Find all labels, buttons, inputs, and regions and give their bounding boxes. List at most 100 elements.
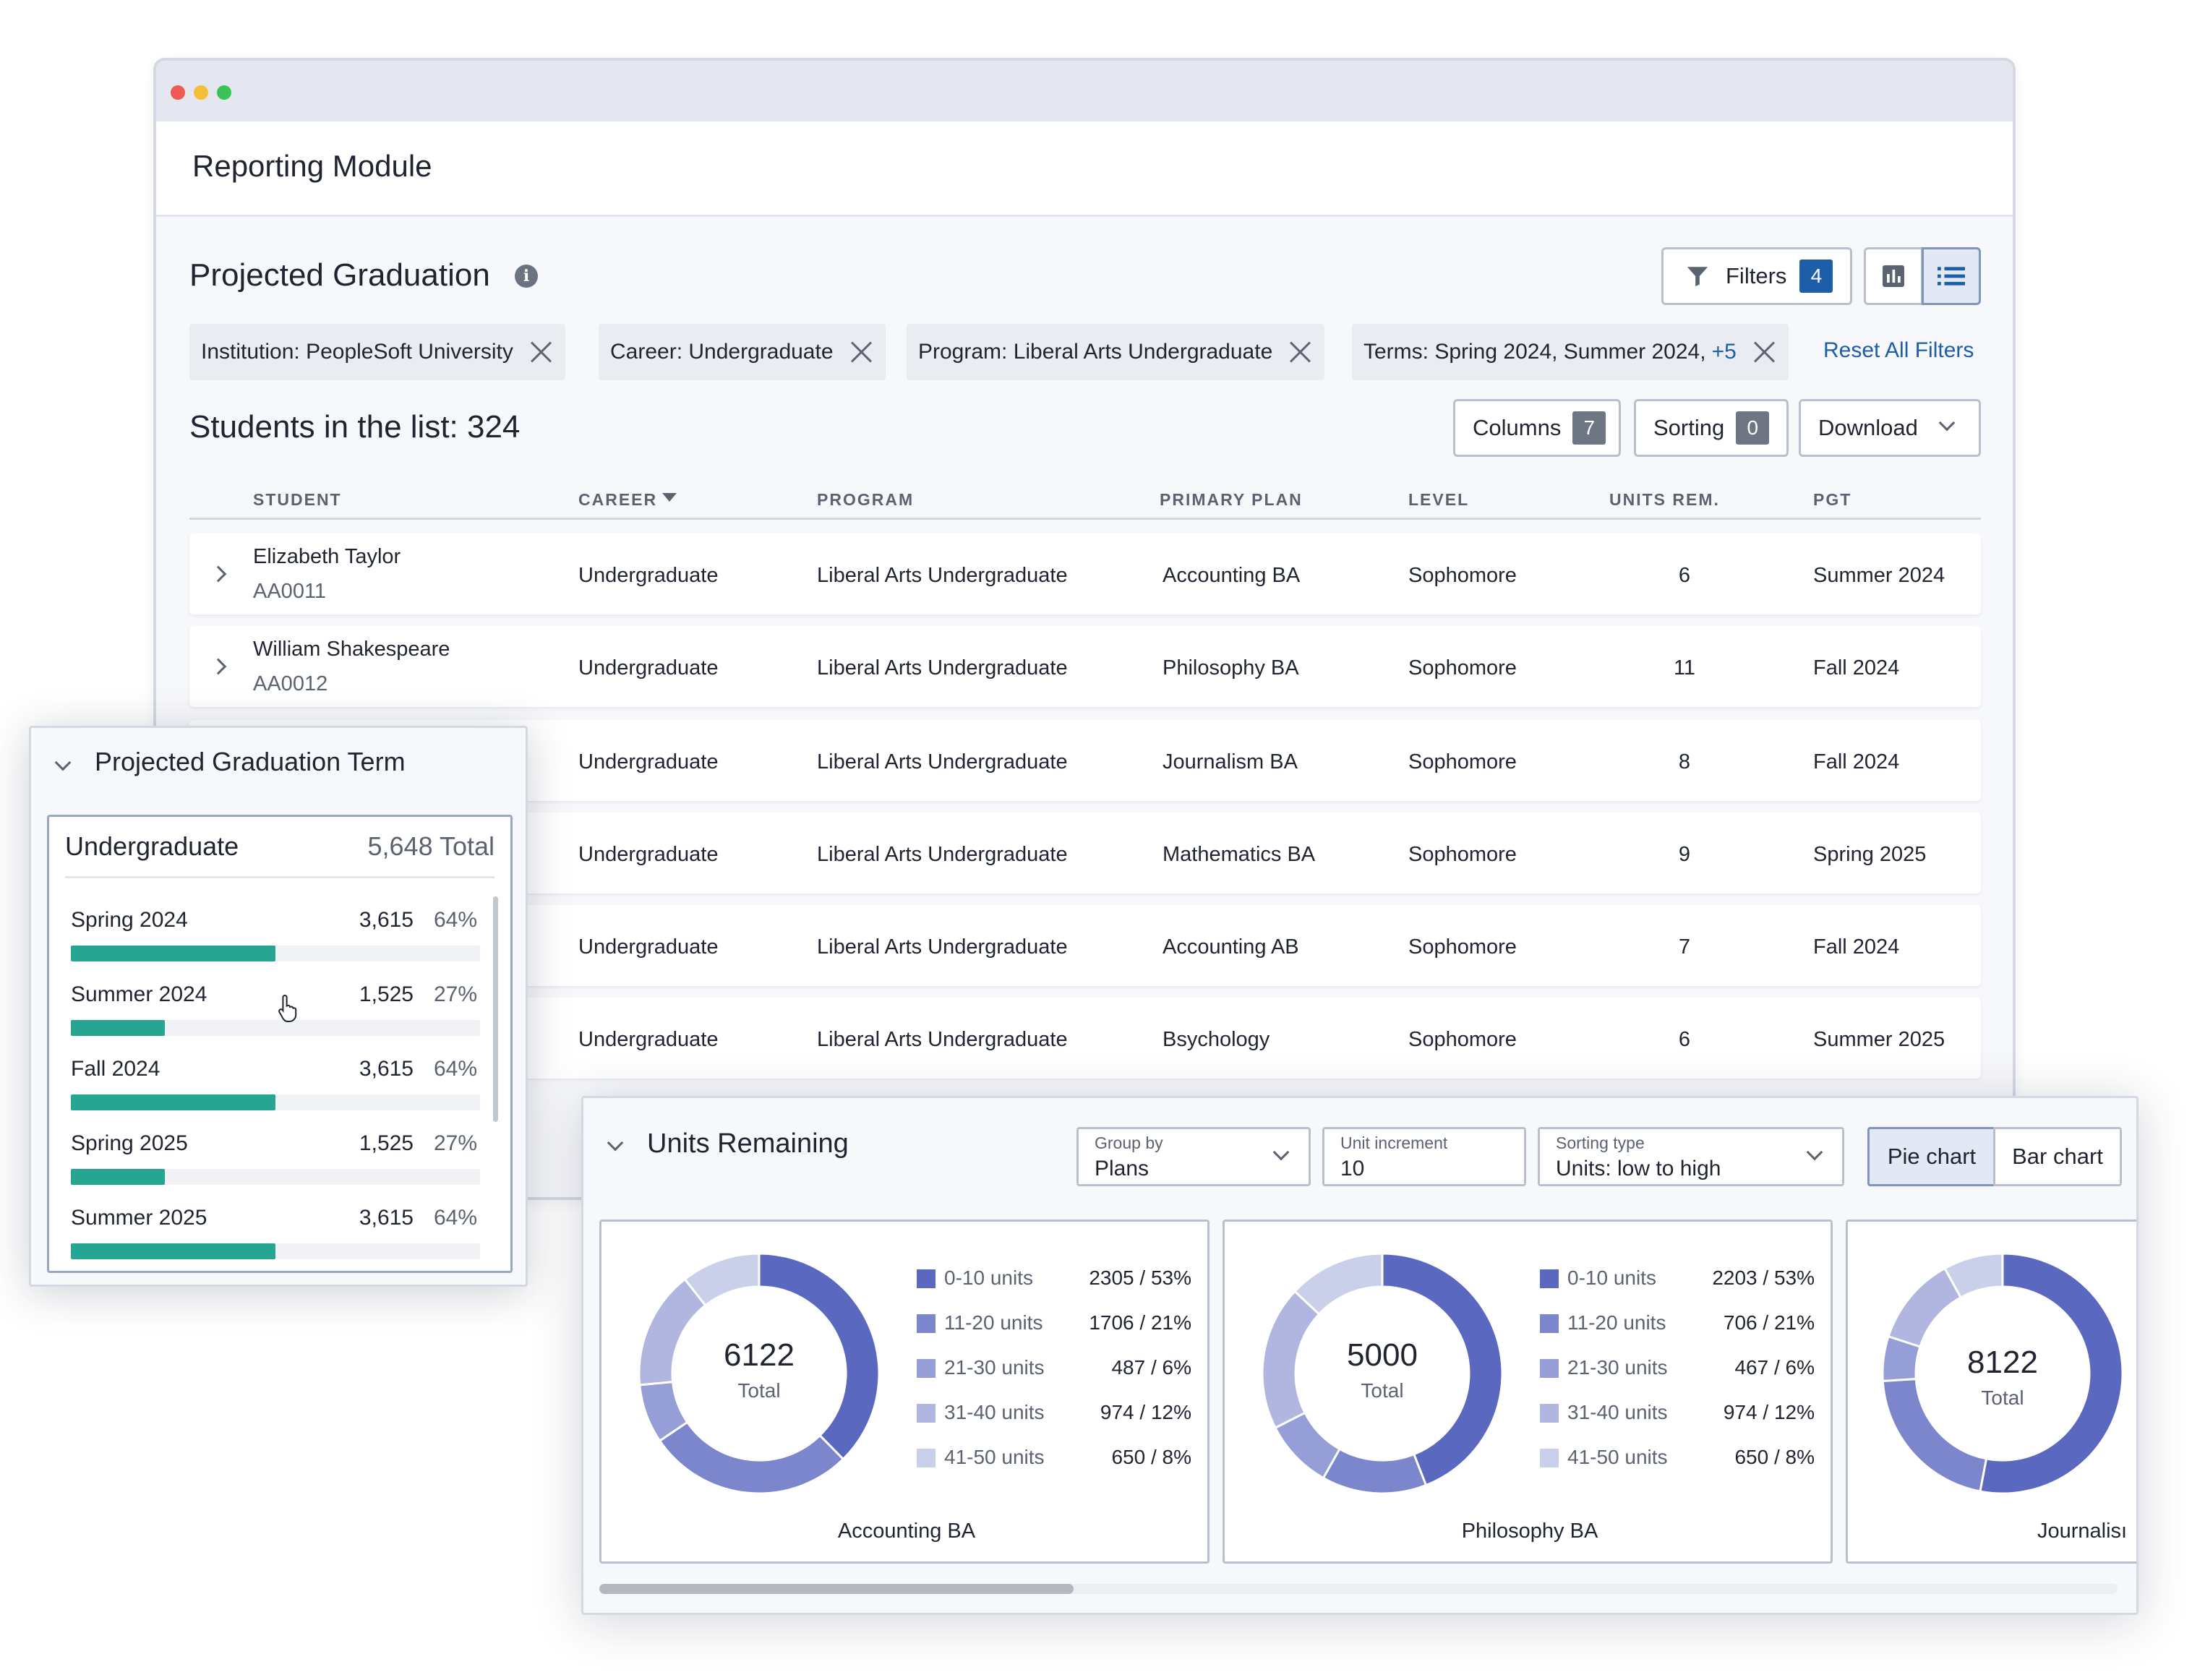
students-count: Students in the list: 324 xyxy=(189,409,521,445)
student-name: Elizabeth Taylor xyxy=(253,545,401,568)
columns-button[interactable]: Columns 7 xyxy=(1453,399,1621,457)
chevron-down-icon xyxy=(1272,1144,1290,1161)
module-header: Reporting Module xyxy=(156,121,2013,217)
info-icon[interactable]: i xyxy=(515,265,538,288)
donut-slice[interactable] xyxy=(1293,1252,1384,1316)
sorting-type-select[interactable]: Sorting type Units: low to high xyxy=(1538,1127,1844,1186)
term-row[interactable]: Summer 2024 1,525 27% xyxy=(71,982,480,1040)
expand-row-icon[interactable] xyxy=(210,658,227,675)
plan-cell: Philosophy BA xyxy=(1163,656,1299,680)
col-header-units-remaining[interactable]: UNITS REM. xyxy=(1609,490,1720,510)
legend-swatch xyxy=(1540,1269,1559,1288)
collapse-panel-icon[interactable] xyxy=(54,754,72,771)
col-header-career[interactable]: CAREER xyxy=(578,490,657,510)
donut-total-label: Total xyxy=(737,1379,781,1402)
career-cell: Undergraduate xyxy=(578,750,719,773)
legend-item: 11-20 units 1706 / 21% xyxy=(917,1311,1191,1337)
remove-filter-icon[interactable] xyxy=(1752,340,1777,364)
chart-view-button[interactable] xyxy=(1864,247,1923,305)
remove-filter-icon[interactable] xyxy=(529,340,554,364)
legend-swatch xyxy=(917,1359,936,1378)
term-row[interactable]: Spring 2024 3,615 64% xyxy=(71,908,480,966)
col-header-level[interactable]: LEVEL xyxy=(1408,490,1469,510)
col-header-student[interactable]: STUDENT xyxy=(253,490,342,510)
donut-total-value: 6122 xyxy=(724,1337,795,1373)
legend-item: 41-50 units 650 / 8% xyxy=(917,1446,1191,1472)
legend-value: 1706 / 21% xyxy=(1089,1311,1191,1334)
sorting-button[interactable]: Sorting 0 xyxy=(1634,399,1789,457)
bar-chart-toggle[interactable]: Bar chart xyxy=(1993,1127,2122,1186)
reset-filters-link[interactable]: Reset All Filters xyxy=(1823,338,1974,363)
legend-label: 41-50 units xyxy=(944,1446,1045,1468)
legend-label: 0-10 units xyxy=(1567,1267,1656,1289)
remove-filter-icon[interactable] xyxy=(849,340,874,364)
units-cell: 6 xyxy=(1678,564,1691,587)
donut-total-label: Total xyxy=(1361,1379,1404,1402)
close-window-button[interactable] xyxy=(171,85,185,100)
charts-scrollbar[interactable] xyxy=(599,1584,2118,1594)
legend-value: 974 / 12% xyxy=(1723,1401,1815,1423)
minimize-window-button[interactable] xyxy=(194,85,208,100)
term-list-scrollbar[interactable] xyxy=(493,896,498,1122)
legend-item: 21-30 units 487 / 6% xyxy=(917,1356,1191,1382)
charts-scrollbar-thumb[interactable] xyxy=(599,1584,1074,1594)
collapse-panel-icon[interactable] xyxy=(607,1134,624,1152)
donut-slice[interactable] xyxy=(1322,1447,1428,1495)
term-bar-fill xyxy=(71,1020,166,1036)
filter-chip-institution: Institution: PeopleSoft University xyxy=(189,324,565,380)
pgt-cell: Fall 2024 xyxy=(1813,750,1900,773)
term-bar-track xyxy=(71,1020,480,1036)
report-title: Projected Graduation xyxy=(189,257,490,293)
legend-swatch xyxy=(917,1314,936,1333)
term-label: Summer 2025 xyxy=(71,1206,207,1230)
legend-label: 31-40 units xyxy=(944,1401,1045,1423)
level-cell: Sophomore xyxy=(1408,656,1517,680)
filters-button[interactable]: Filters 4 xyxy=(1661,247,1852,305)
chip-more-count[interactable]: +5 xyxy=(1712,340,1737,364)
pgt-cell: Fall 2024 xyxy=(1813,935,1900,959)
unit-increment-label: Unit increment xyxy=(1340,1133,1448,1152)
table-row[interactable]: William Shakespeare AA0012 Undergraduate… xyxy=(189,626,1981,707)
pgt-card: Undergraduate 5,648 Total Spring 2024 3,6… xyxy=(47,815,513,1273)
maximize-window-button[interactable] xyxy=(217,85,231,100)
window-titlebar xyxy=(156,61,2013,121)
program-cell: Liberal Arts Undergraduate xyxy=(817,750,1068,773)
group-by-select[interactable]: Group by Plans xyxy=(1076,1127,1311,1186)
pgt-card-total: 5,648 Total xyxy=(367,831,495,861)
col-header-primary-plan[interactable]: PRIMARY PLAN xyxy=(1160,490,1303,510)
term-row[interactable]: Fall 2024 3,615 64% xyxy=(71,1057,480,1115)
expand-row-icon[interactable] xyxy=(210,565,227,583)
term-label: Spring 2024 xyxy=(71,908,188,932)
group-by-value: Plans xyxy=(1095,1157,1149,1180)
units-panel-title: Units Remaining xyxy=(647,1128,849,1159)
donut-slice[interactable] xyxy=(1887,1267,1963,1348)
term-row[interactable]: Spring 2025 1,525 27% xyxy=(71,1131,480,1189)
col-header-pgt[interactable]: PGT xyxy=(1813,490,1851,510)
student-id: AA0012 xyxy=(253,672,328,695)
legend-swatch xyxy=(917,1404,936,1423)
sort-desc-icon[interactable] xyxy=(662,493,677,503)
unit-increment-value: 10 xyxy=(1340,1157,1365,1180)
term-percent: 64% xyxy=(433,1057,477,1081)
col-header-program[interactable]: PROGRAM xyxy=(817,490,914,510)
pie-chart-toggle[interactable]: Pie chart xyxy=(1867,1127,1996,1186)
download-button[interactable]: Download xyxy=(1799,399,1981,457)
program-cell: Liberal Arts Undergraduate xyxy=(817,564,1068,587)
term-row[interactable]: Summer 2025 3,615 64% xyxy=(71,1206,480,1264)
remove-filter-icon[interactable] xyxy=(1288,340,1313,364)
legend-value: 487 / 6% xyxy=(1111,1356,1191,1379)
career-cell: Undergraduate xyxy=(578,843,719,866)
pgt-cell: Summer 2024 xyxy=(1813,564,1945,587)
legend-swatch xyxy=(917,1269,936,1288)
filter-chip-terms: Terms: Spring 2024, Summer 2024, +5 xyxy=(1352,324,1789,380)
legend-value: 706 / 21% xyxy=(1723,1311,1815,1334)
legend-swatch xyxy=(1540,1314,1559,1333)
legend-item: 41-50 units 650 / 8% xyxy=(1540,1446,1815,1472)
table-row[interactable]: Elizabeth Taylor AA0011 Undergraduate Li… xyxy=(189,533,1981,614)
unit-increment-input[interactable]: Unit increment 10 xyxy=(1322,1127,1526,1186)
list-view-button[interactable] xyxy=(1922,247,1981,305)
chart-title: Accounting BA xyxy=(837,1520,976,1543)
donut-slice[interactable] xyxy=(658,1420,845,1495)
chip-label: Institution: PeopleSoft University xyxy=(201,340,513,364)
units-remaining-panel: Units Remaining Group by Plans Unit incr… xyxy=(581,1096,2139,1615)
